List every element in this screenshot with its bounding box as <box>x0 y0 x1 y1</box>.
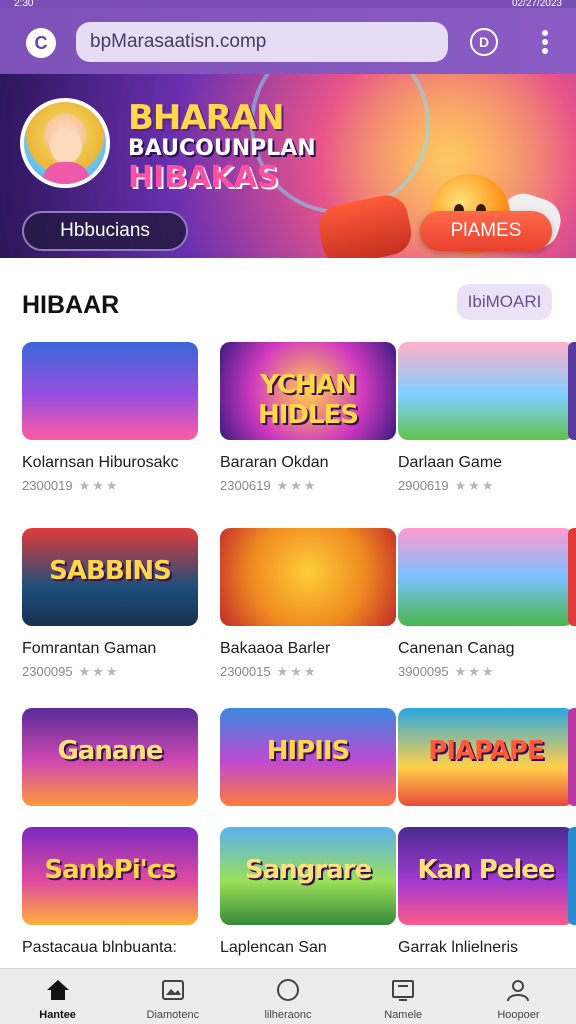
star-rating: ★★★ <box>276 478 318 493</box>
home-icon <box>44 977 72 1003</box>
game-meta: 2900619 ★★★ <box>398 478 496 494</box>
game-name: Garrak lnlielneris <box>398 939 519 956</box>
nav-label: Hantee <box>39 1009 76 1021</box>
game-meta: 2300619 ★★★ <box>220 478 318 494</box>
star-rating: ★★★ <box>276 664 318 679</box>
game-card[interactable]: YCHAN HIDLES Bararan Okdan 2300619 ★★★ <box>220 342 396 493</box>
browser-toolbar: C bpMarasaatisn.comp D <box>0 8 576 74</box>
game-play-count: 2300619 <box>220 478 271 493</box>
game-thumbnail[interactable]: Kan Pelee <box>398 827 574 925</box>
game-meta: 2300095 ★★★ <box>22 664 120 680</box>
game-thumbnail-title: Sangrare <box>244 855 372 885</box>
game-thumbnail[interactable]: PIAPAPE <box>398 708 574 806</box>
menu-kebab-icon[interactable] <box>542 30 548 54</box>
game-card[interactable]: Sangrare Laplencan San <box>220 827 396 956</box>
banner-title-line3: HIBAKAS <box>128 160 279 195</box>
nav-label: lilheraonc <box>264 1009 312 1021</box>
game-thumbnail[interactable]: Ganane <box>22 708 198 806</box>
nav-label: Hoopoer <box>497 1009 540 1021</box>
game-name: Canenan Canag <box>398 640 515 657</box>
game-thumbnail[interactable]: SABBINS <box>22 528 198 626</box>
game-meta: 3900095 ★★★ <box>398 664 496 680</box>
profile-icon <box>504 977 532 1003</box>
game-name: Fomrantan Gaman <box>22 640 157 657</box>
gallery-icon <box>159 977 187 1003</box>
next-card-peek <box>568 827 576 925</box>
game-card[interactable]: Kan Pelee Garrak lnlielneris <box>398 827 574 956</box>
nav-label: Namele <box>384 1009 423 1021</box>
banner-play-button[interactable]: PlAMES <box>420 211 552 251</box>
section-title: HIBAAR <box>22 291 120 319</box>
game-card[interactable]: SABBINS Fomrantan Gaman 2300095 ★★★ <box>22 528 198 679</box>
nav-label: Diamotenc <box>146 1009 200 1021</box>
game-name: Bararan Okdan <box>220 454 329 471</box>
game-thumbnail-title: PIAPAPE <box>428 736 544 766</box>
game-thumbnail-title: SanbPi'cs <box>44 855 176 885</box>
game-name: Laplencan San <box>220 939 327 956</box>
game-card[interactable]: PIAPAPE <box>398 708 574 806</box>
game-thumbnail[interactable]: YCHAN HIDLES <box>220 342 396 440</box>
game-play-count: 3900095 <box>398 664 449 679</box>
game-play-count: 2300019 <box>22 478 73 493</box>
game-thumbnail[interactable] <box>220 528 396 626</box>
nav-home[interactable]: Hantee <box>0 969 115 1024</box>
game-card[interactable]: HIPIIS <box>220 708 396 806</box>
url-bar[interactable]: bpMarasaatisn.comp <box>76 22 448 62</box>
bottom-nav: Hantee Diamotenc lilheraonc Namele Hoopo… <box>0 968 576 1024</box>
game-thumbnail[interactable]: SanbPi'cs <box>22 827 198 925</box>
star-rating: ★★★ <box>78 664 120 679</box>
hero-banner[interactable]: BHARAN BAUCOUNPLAN HIBAKAS Hbbucians PlA… <box>0 74 576 258</box>
game-play-count: 2300015 <box>220 664 271 679</box>
game-card[interactable]: Darlaan Game 2900619 ★★★ <box>398 342 574 493</box>
see-more-button[interactable]: IbiMOARI <box>457 284 552 320</box>
nav-profile[interactable]: Hoopoer <box>461 969 576 1024</box>
status-time: 2:30 <box>14 0 34 8</box>
game-thumbnail-title: YCHAN HIDLES <box>257 370 359 430</box>
game-thumbnail[interactable] <box>22 342 198 440</box>
app-logo-icon[interactable]: C <box>26 28 56 58</box>
star-rating: ★★★ <box>78 478 120 493</box>
nav-circle[interactable]: lilheraonc <box>230 969 345 1024</box>
game-thumbnail-title: HIPIIS <box>266 736 351 766</box>
status-bar: 2:30 02/27/2023 <box>0 0 576 8</box>
game-thumbnail-title: SABBINS <box>49 556 172 586</box>
game-thumbnail[interactable] <box>398 528 574 626</box>
next-card-peek <box>568 528 576 626</box>
game-thumbnail-title: Ganane <box>57 736 163 766</box>
game-card[interactable]: Canenan Canag 3900095 ★★★ <box>398 528 574 679</box>
game-name: Kolarnsan Hiburosakc <box>22 454 179 471</box>
game-card[interactable]: SanbPi'cs Pastacaua blnbuanta: <box>22 827 198 956</box>
status-date: 02/27/2023 <box>511 0 562 8</box>
avatar[interactable] <box>20 98 110 188</box>
next-card-peek <box>568 708 576 806</box>
monitor-icon <box>389 977 417 1003</box>
nav-gallery[interactable]: Diamotenc <box>115 969 230 1024</box>
game-meta: 2300015 ★★★ <box>220 664 318 680</box>
banner-left-button[interactable]: Hbbucians <box>22 211 188 251</box>
banner-title-line2: BAUCOUNPLAN <box>128 136 316 161</box>
game-thumbnail[interactable] <box>398 342 574 440</box>
game-card[interactable]: Bakaaoa Barler 2300015 ★★★ <box>220 528 396 679</box>
tabs-icon[interactable]: D <box>470 28 498 56</box>
star-rating: ★★★ <box>454 478 496 493</box>
game-play-count: 2900619 <box>398 478 449 493</box>
game-meta: 2300019 ★★★ <box>22 478 120 494</box>
circle-icon <box>274 977 302 1003</box>
game-name: Darlaan Game <box>398 454 503 471</box>
game-play-count: 2300095 <box>22 664 73 679</box>
banner-title-line1: BHARAN <box>128 98 285 138</box>
game-thumbnail[interactable]: HIPIIS <box>220 708 396 806</box>
game-thumbnail[interactable]: Sangrare <box>220 827 396 925</box>
game-card[interactable]: Kolarnsan Hiburosakc 2300019 ★★★ <box>22 342 198 493</box>
star-rating: ★★★ <box>454 664 496 679</box>
game-thumbnail-title: Kan Pelee <box>417 855 555 885</box>
game-name: Pastacaua blnbuanta: <box>22 939 177 956</box>
next-card-peek <box>568 342 576 440</box>
nav-monitor[interactable]: Namele <box>346 969 461 1024</box>
game-card[interactable]: Ganane <box>22 708 198 806</box>
game-name: Bakaaoa Barler <box>220 640 331 657</box>
